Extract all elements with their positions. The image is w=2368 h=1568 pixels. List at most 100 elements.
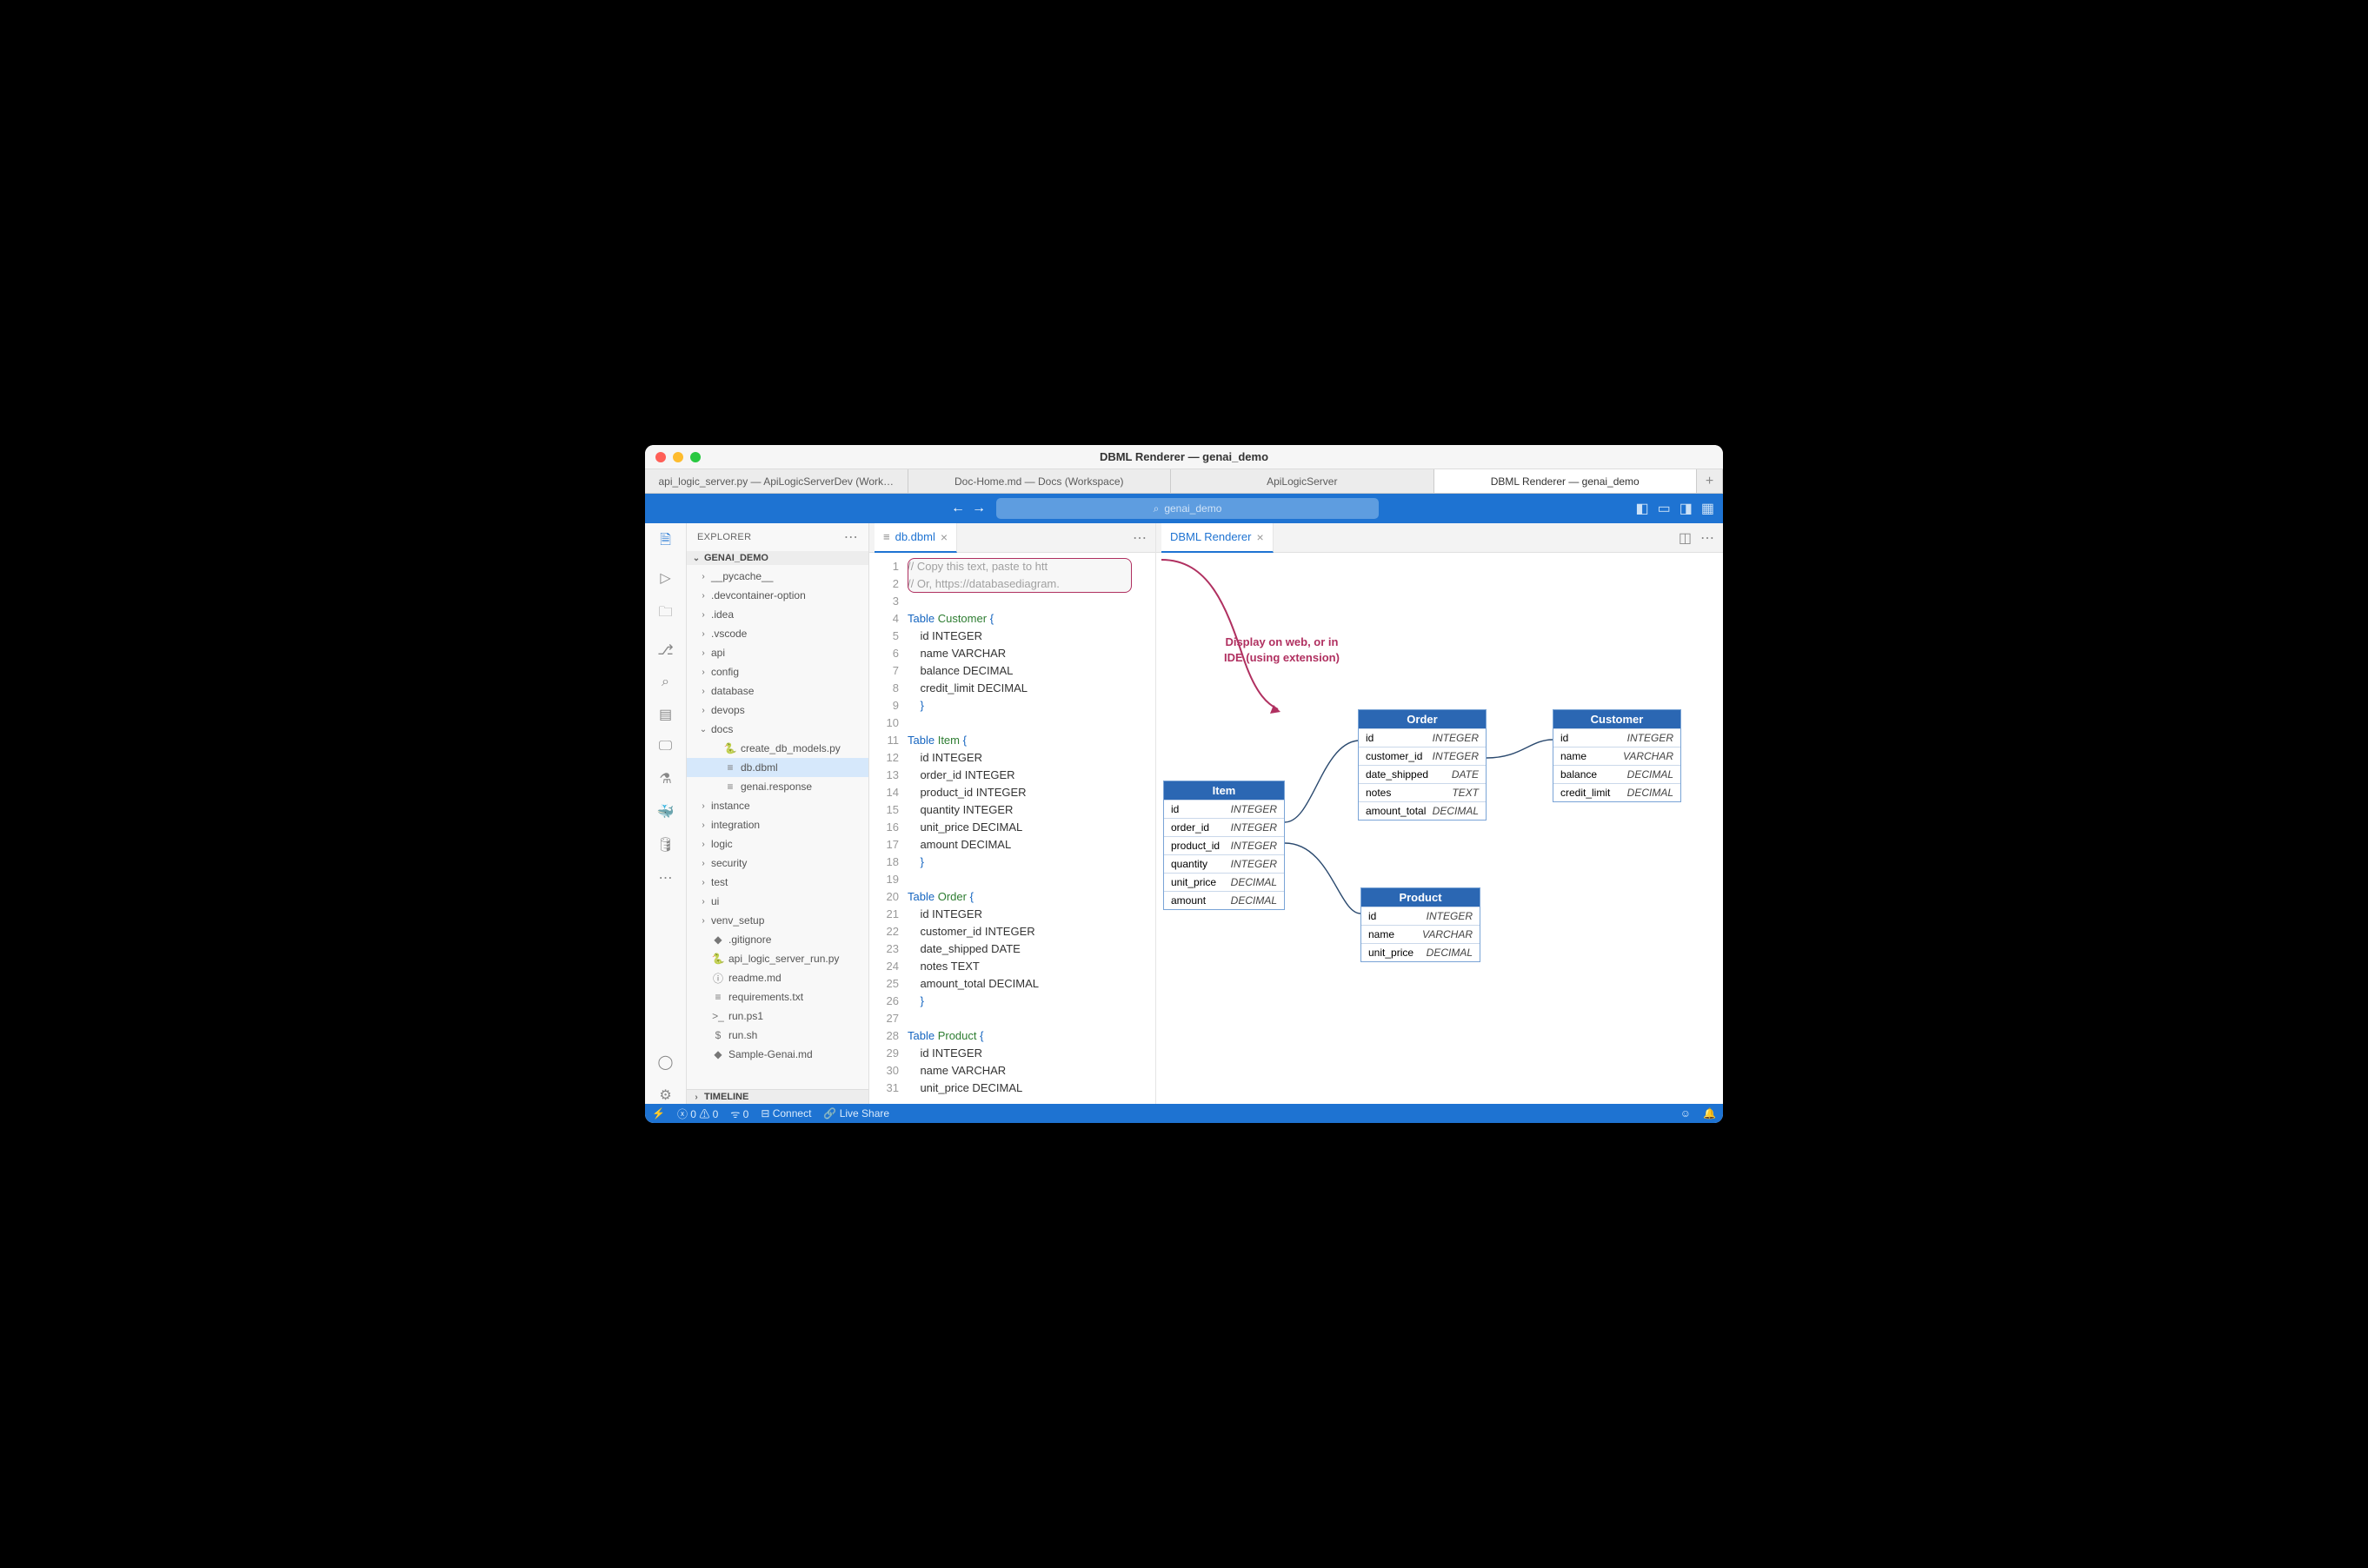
entity-column: unit_priceDECIMAL — [1361, 943, 1480, 961]
file-node[interactable]: $run.sh — [687, 1026, 868, 1045]
project-section[interactable]: ⌄ GENAI_DEMO — [687, 551, 868, 565]
code-line: id INTEGER — [908, 1045, 1155, 1062]
docker-icon[interactable]: 🐳 — [657, 803, 675, 821]
source-control-icon[interactable]: ⎇ — [657, 641, 673, 659]
settings-gear-icon[interactable]: ⚙ — [659, 1086, 671, 1104]
folder-node[interactable]: ›instance — [687, 796, 868, 815]
folder-node[interactable]: ›.vscode — [687, 624, 868, 643]
entity-order[interactable]: OrderidINTEGERcustomer_idINTEGERdate_shi… — [1358, 709, 1487, 821]
file-node[interactable]: 🐍create_db_models.py — [687, 739, 868, 758]
file-node[interactable]: 🐍api_logic_server_run.py — [687, 949, 868, 968]
entity-customer[interactable]: CustomeridINTEGERnameVARCHARbalanceDECIM… — [1553, 709, 1681, 802]
connect-button[interactable]: ⊟ Connect — [761, 1107, 811, 1120]
folder-node[interactable]: ›.idea — [687, 605, 868, 624]
live-share-button[interactable]: 🔗 Live Share — [823, 1107, 889, 1120]
run-icon[interactable]: ▷ — [660, 569, 670, 587]
editor-more-icon[interactable]: ⋯ — [1133, 529, 1147, 547]
folder-node[interactable]: ›__pycache__ — [687, 567, 868, 586]
timeline-section[interactable]: › TIMELINE — [687, 1089, 868, 1104]
problems-indicator[interactable]: ⓧ 0 ⚠ 0 — [677, 1106, 718, 1121]
code-line: amount DECIMAL — [908, 836, 1155, 854]
forward-button[interactable]: → — [970, 501, 988, 516]
nav-buttons: ← → — [949, 501, 988, 516]
search-icon[interactable]: ⌕ — [662, 674, 669, 690]
file-icon: >_ — [711, 1010, 725, 1022]
editor-more-icon[interactable]: ⋯ — [1700, 529, 1714, 547]
folder-icon[interactable]: 🗀 — [658, 602, 672, 626]
window-tab[interactable]: Doc-Home.md — Docs (Workspace) — [908, 469, 1172, 493]
chevron-right-icon: › — [699, 610, 708, 620]
split-icon[interactable]: ◫ — [1679, 529, 1692, 547]
folder-node[interactable]: ›security — [687, 854, 868, 873]
close-window-button[interactable] — [655, 452, 666, 462]
code-line — [908, 593, 1155, 610]
folder-node[interactable]: ⌄docs — [687, 720, 868, 739]
code-line: Table Customer { — [908, 610, 1155, 628]
folder-node[interactable]: ›api — [687, 643, 868, 662]
panel-bottom-icon[interactable]: ▭ — [1658, 500, 1671, 517]
accounts-icon[interactable]: ◯ — [658, 1053, 674, 1071]
command-center[interactable]: ⌕ genai_demo — [996, 498, 1379, 519]
folder-node[interactable]: ›devops — [687, 701, 868, 720]
folder-node[interactable]: ›database — [687, 681, 868, 701]
code-content: // Copy this text, paste to htt// Or, ht… — [908, 553, 1155, 1104]
entity-column: nameVARCHAR — [1361, 925, 1480, 943]
entity-column: notesTEXT — [1359, 783, 1486, 801]
file-node[interactable]: ≡genai.response — [687, 777, 868, 796]
folder-node[interactable]: ›venv_setup — [687, 911, 868, 930]
sidebar-more-icon[interactable]: ⋯ — [844, 528, 858, 546]
panel-toggle-icon[interactable]: ◧ — [1636, 500, 1649, 517]
bell-icon[interactable]: 🔔 — [1703, 1107, 1716, 1120]
minimize-window-button[interactable] — [673, 452, 683, 462]
layout-grid-icon[interactable]: ▦ — [1701, 500, 1714, 517]
project-name: GENAI_DEMO — [704, 553, 768, 563]
database-icon[interactable]: 🛢 — [656, 836, 674, 854]
node-label: api — [711, 647, 725, 659]
folder-node[interactable]: ›ui — [687, 892, 868, 911]
chevron-right-icon: › — [699, 629, 708, 639]
window-tab[interactable]: api_logic_server.py — ApiLogicServerDev … — [645, 469, 908, 493]
zoom-window-button[interactable] — [690, 452, 701, 462]
close-tab-icon[interactable]: × — [941, 530, 948, 544]
ellipsis-icon[interactable]: ⋯ — [659, 869, 673, 887]
copilot-icon[interactable]: ☺ — [1680, 1107, 1691, 1120]
file-node[interactable]: ◆Sample-Genai.md — [687, 1045, 868, 1064]
extensions-icon[interactable]: ▤ — [659, 706, 672, 723]
editor-pane-left: ≡ db.dbml × ⋯ 12345678910111213141516171… — [869, 523, 1156, 1104]
node-label: run.sh — [728, 1029, 757, 1041]
entity-item[interactable]: ItemidINTEGERorder_idINTEGERproduct_idIN… — [1163, 781, 1285, 910]
remote-icon[interactable]: 🖵 — [659, 739, 672, 754]
file-node[interactable]: ≡db.dbml — [687, 758, 868, 777]
testing-icon[interactable]: ⚗ — [659, 770, 671, 787]
file-node[interactable]: ◆.gitignore — [687, 930, 868, 949]
folder-node[interactable]: ›integration — [687, 815, 868, 834]
renderer-tab[interactable]: DBML Renderer × — [1161, 523, 1274, 553]
window-tab-active[interactable]: DBML Renderer — genai_demo — [1434, 469, 1698, 493]
dbml-renderer-canvas[interactable]: Display on web, or inIDE (using extensio… — [1156, 553, 1723, 1104]
back-button[interactable]: ← — [949, 501, 967, 516]
file-node[interactable]: ≡requirements.txt — [687, 987, 868, 1007]
folder-node[interactable]: ›logic — [687, 834, 868, 854]
explorer-icon[interactable]: 🗎 — [660, 530, 671, 554]
line-gutter: 1234567891011121314151617181920212223242… — [869, 553, 908, 1104]
code-editor[interactable]: 1234567891011121314151617181920212223242… — [869, 553, 1155, 1104]
panel-right-icon[interactable]: ◨ — [1680, 500, 1693, 517]
ports-indicator[interactable]: ᯤ 0 — [730, 1106, 748, 1121]
code-line — [908, 714, 1155, 732]
code-line: Table Item { — [908, 732, 1155, 749]
folder-node[interactable]: ›test — [687, 873, 868, 892]
code-line: Table Order { — [908, 888, 1155, 906]
remote-indicator[interactable]: ⚡ — [652, 1107, 665, 1120]
file-node[interactable]: ⓘreadme.md — [687, 968, 868, 987]
renderer-tabs: DBML Renderer × ◫ ⋯ — [1156, 523, 1723, 553]
entity-product[interactable]: ProductidINTEGERnameVARCHARunit_priceDEC… — [1360, 887, 1480, 962]
editor-tab[interactable]: ≡ db.dbml × — [875, 523, 957, 553]
close-tab-icon[interactable]: × — [1256, 530, 1263, 544]
folder-node[interactable]: ›config — [687, 662, 868, 681]
window-tab[interactable]: ApiLogicServer — [1171, 469, 1434, 493]
chevron-right-icon: › — [699, 897, 708, 907]
folder-node[interactable]: ›.devcontainer-option — [687, 586, 868, 605]
file-node[interactable]: >_run.ps1 — [687, 1007, 868, 1026]
new-window-tab-button[interactable]: + — [1697, 469, 1723, 493]
node-label: genai.response — [741, 781, 812, 793]
